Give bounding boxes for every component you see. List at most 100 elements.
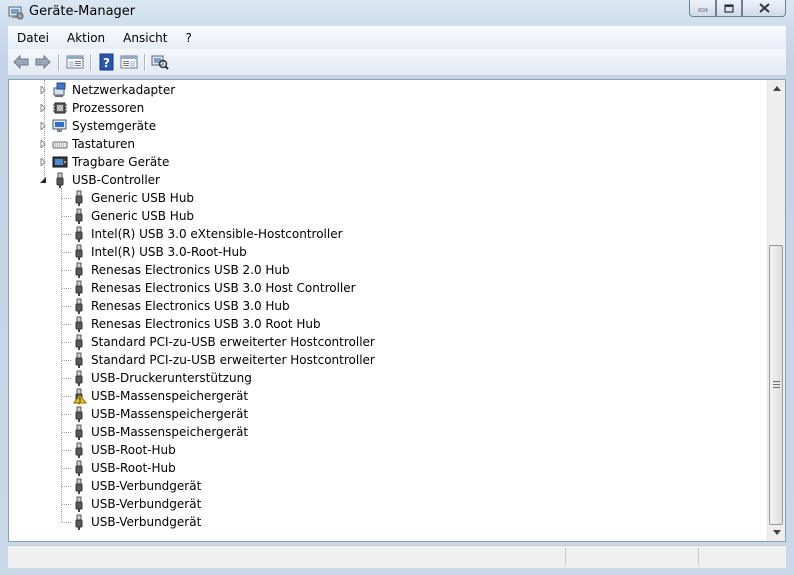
back-arrow-icon[interactable]	[12, 53, 30, 71]
svg-text:?: ?	[103, 56, 110, 70]
tree-device-item[interactable]: Generic USB Hub	[9, 189, 749, 207]
toolbar: ?	[8, 49, 786, 76]
toolbar-separator	[90, 54, 92, 71]
tree-device-label: USB-Verbundgerät	[91, 479, 202, 493]
tree-device-label: Renesas Electronics USB 3.0 Root Hub	[91, 317, 321, 331]
menu-datei[interactable]: Datei	[8, 31, 58, 45]
usb-device-icon	[75, 244, 83, 260]
scan-hardware-icon[interactable]	[151, 53, 169, 71]
usb-device-icon	[75, 334, 83, 350]
collapse-triangle-icon[interactable]	[40, 176, 47, 184]
usb-plug-icon	[56, 172, 64, 188]
restore-icon	[724, 3, 734, 13]
toolbar-separator	[144, 54, 146, 71]
grip-line	[773, 384, 780, 385]
tree-device-item[interactable]: Standard PCI-zu-USB erweiterter Hostcont…	[9, 333, 749, 351]
expand-triangle-icon[interactable]	[40, 158, 47, 166]
device-manager-icon	[8, 6, 24, 20]
tree-device-label: Standard PCI-zu-USB erweiterter Hostcont…	[91, 335, 375, 349]
properties-view-icon[interactable]	[120, 53, 138, 71]
tree-device-item[interactable]: Renesas Electronics USB 2.0 Hub	[9, 261, 749, 279]
usb-device-icon	[75, 442, 83, 458]
tree-category-prozessoren[interactable]: Prozessoren	[9, 99, 749, 117]
usb-device-icon	[75, 190, 83, 206]
tree-category-label: Netzwerkadapter	[72, 83, 176, 97]
tree-category-label: Prozessoren	[72, 101, 145, 115]
menu-help[interactable]: ?	[176, 31, 200, 45]
forward-arrow-icon[interactable]	[34, 53, 52, 71]
usb-device-icon	[75, 460, 83, 476]
tree-device-item[interactable]: USB-Verbundgerät	[9, 477, 749, 495]
device-tree-panel: Netzwerkadapter Prozessoren Systemgeräte Ta…	[8, 79, 786, 542]
tree-category-tastaturen[interactable]: Tastaturen	[9, 135, 749, 153]
tree-category-netzwerkadapter[interactable]: Netzwerkadapter	[9, 81, 749, 99]
window-title: Geräte-Manager	[29, 4, 136, 19]
tree-category-label: Systemgeräte	[72, 119, 157, 133]
menu-ansicht[interactable]: Ansicht	[114, 31, 176, 45]
tree-device-label: Standard PCI-zu-USB erweiterter Hostcont…	[91, 353, 375, 367]
status-panel	[698, 548, 785, 566]
tree-category-label: Tastaturen	[72, 137, 135, 151]
tree-device-item[interactable]: Renesas Electronics USB 3.0 Host Control…	[9, 279, 749, 297]
expand-triangle-icon[interactable]	[40, 140, 47, 148]
tree-device-item[interactable]: Renesas Electronics USB 3.0 Hub	[9, 297, 749, 315]
tree-device-label: Generic USB Hub	[91, 209, 195, 223]
tree-device-item[interactable]: Standard PCI-zu-USB erweiterter Hostcont…	[9, 351, 749, 369]
close-button[interactable]	[742, 0, 786, 17]
status-bar	[8, 545, 786, 568]
tree-category-tragbare-geräte[interactable]: Tragbare Geräte	[9, 153, 749, 171]
minimize-icon	[698, 8, 707, 12]
tree-device-item[interactable]: Intel(R) USB 3.0-Root-Hub	[9, 243, 749, 261]
tree-device-item[interactable]: Generic USB Hub	[9, 207, 749, 225]
tree-device-item[interactable]: USB-Massenspeichergerät	[9, 423, 749, 441]
device-manager-window: Geräte-Manager Datei Aktion Ansicht ? ? …	[0, 0, 794, 575]
expand-triangle-icon[interactable]	[40, 86, 47, 94]
device-tree[interactable]: Netzwerkadapter Prozessoren Systemgeräte Ta…	[9, 80, 769, 541]
usb-device-icon	[75, 514, 83, 530]
tree-device-item[interactable]: USB-Massenspeichergerät	[9, 405, 749, 423]
tree-device-label: USB-Massenspeichergerät	[91, 425, 249, 439]
usb-device-icon	[75, 280, 83, 296]
tree-device-label: Renesas Electronics USB 3.0 Host Control…	[91, 281, 356, 295]
tree-device-item[interactable]: Intel(R) USB 3.0 eXtensible-Hostcontroll…	[9, 225, 749, 243]
usb-device-icon	[75, 370, 83, 386]
tree-device-item[interactable]: USB-Verbundgerät	[9, 495, 749, 513]
show-hide-tree-icon[interactable]	[66, 53, 84, 71]
help-icon[interactable]: ?	[98, 53, 116, 71]
maximize-button[interactable]	[716, 0, 742, 17]
tree-device-label: USB-Root-Hub	[91, 443, 176, 457]
tree-device-item[interactable]: USB-Massenspeichergerät	[9, 387, 749, 405]
tree-device-item[interactable]: USB-Druckerunterstützung	[9, 369, 749, 387]
minimize-button[interactable]	[689, 0, 716, 17]
menu-bar: Datei Aktion Ansicht ?	[8, 26, 786, 50]
close-icon	[758, 3, 770, 13]
portable-device-icon	[52, 156, 68, 168]
scroll-up-button[interactable]	[768, 80, 785, 97]
scroll-down-arrow-icon	[772, 530, 781, 535]
expand-triangle-icon[interactable]	[40, 122, 47, 130]
tree-device-item[interactable]: USB-Root-Hub	[9, 459, 749, 477]
expand-triangle-icon[interactable]	[40, 104, 47, 112]
tree-category-label: USB-Controller	[72, 173, 160, 187]
tree-device-label: USB-Root-Hub	[91, 461, 176, 475]
tree-device-item[interactable]: Renesas Electronics USB 3.0 Root Hub	[9, 315, 749, 333]
scrollbar-thumb[interactable]	[769, 245, 783, 525]
usb-device-warning-icon	[73, 388, 87, 404]
tree-category-systemgeräte[interactable]: Systemgeräte	[9, 117, 749, 135]
usb-device-icon	[75, 496, 83, 512]
tree-device-item[interactable]: USB-Root-Hub	[9, 441, 749, 459]
status-panel	[565, 548, 699, 566]
processor-icon	[53, 102, 67, 114]
usb-device-icon	[75, 352, 83, 368]
usb-device-icon	[75, 226, 83, 242]
menu-aktion[interactable]: Aktion	[58, 31, 114, 45]
usb-device-icon	[75, 478, 83, 494]
scroll-down-button[interactable]	[768, 524, 785, 541]
tree-device-label: USB-Verbundgerät	[91, 515, 202, 529]
tree-device-item[interactable]: USB-Verbundgerät	[9, 513, 749, 531]
title-bar[interactable]: Geräte-Manager	[0, 0, 794, 26]
tree-device-label: USB-Massenspeichergerät	[91, 389, 249, 403]
tree-category-usb-controller[interactable]: USB-Controller	[9, 171, 749, 189]
keyboard-icon	[52, 141, 68, 149]
vertical-scrollbar[interactable]	[767, 80, 785, 541]
